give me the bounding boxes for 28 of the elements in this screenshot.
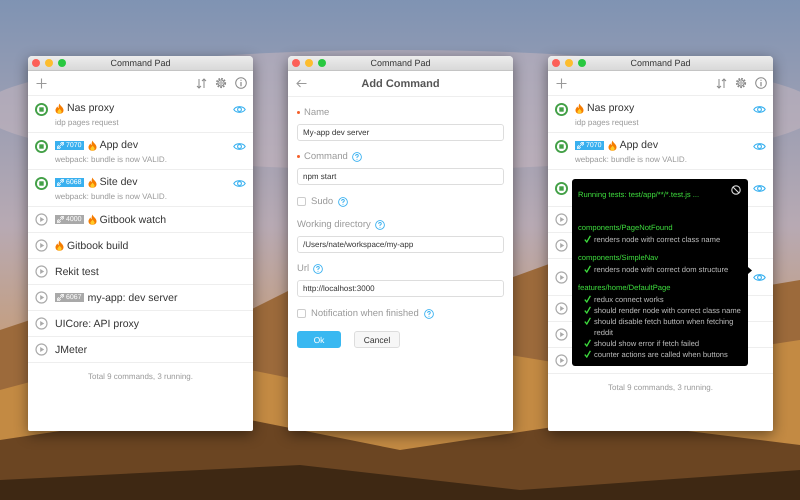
command-output: webpack: bundle is now VALID. xyxy=(575,155,688,164)
summary-text: Total 9 commands, 3 running. xyxy=(607,382,714,392)
command-output: webpack: bundle is now VALID. xyxy=(55,192,168,201)
command-name: Nas proxy xyxy=(67,102,114,114)
page-title: Add Command xyxy=(360,78,441,90)
command-name: Site dev xyxy=(100,176,138,188)
command-name: Gitbook watch xyxy=(100,214,166,226)
field-label: Name xyxy=(304,107,330,118)
command-name: Rekit test xyxy=(55,266,99,278)
checkbox-label: Sudo xyxy=(311,196,334,207)
command-name: UICore: API proxy xyxy=(55,318,140,330)
command-output: idp pages request xyxy=(575,118,640,127)
checkbox-label: Notification when finished xyxy=(311,308,419,319)
command-output: idp pages request xyxy=(55,118,120,127)
command-name: App dev xyxy=(620,139,658,151)
window-title: Command Pad xyxy=(629,57,692,70)
field-label: Command xyxy=(304,151,348,162)
command-name: my-app: dev server xyxy=(88,292,178,304)
command-name: Gitbook build xyxy=(67,240,128,252)
command-output: webpack: bundle is now VALID. xyxy=(55,155,168,164)
window-title: Command Pad xyxy=(109,57,172,70)
command-name: Nas proxy xyxy=(587,102,634,114)
command-name: App dev xyxy=(100,139,138,151)
field-label: Working directory xyxy=(297,219,371,230)
window-title: Command Pad xyxy=(369,57,432,70)
command-name: JMeter xyxy=(55,344,88,356)
field-label: Url xyxy=(297,263,310,274)
summary-text: Total 9 commands, 3 running. xyxy=(87,371,194,381)
